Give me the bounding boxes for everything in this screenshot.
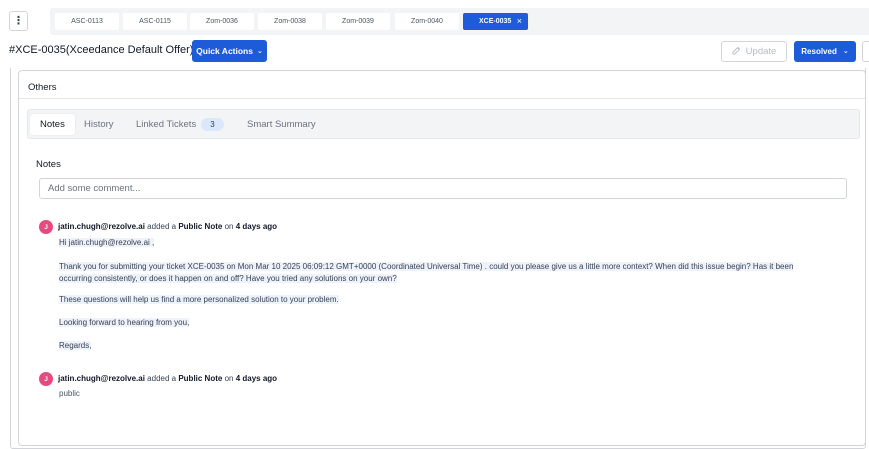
- quick-actions-button[interactable]: Quick Actions ⌄: [192, 40, 267, 62]
- chevron-down-icon: ⌄: [256, 47, 263, 55]
- note-type: Public Note: [178, 222, 223, 231]
- vertical-dots-icon: ⋮: [13, 14, 24, 27]
- ticket-tab-xce-0035[interactable]: XCE-0035 ×: [463, 13, 528, 30]
- others-section: Others Notes History Linked Tickets 3 Sm…: [18, 70, 866, 446]
- status-dropdown[interactable]: Resolved ⌄: [794, 41, 856, 62]
- ticket-title: #XCE-0035(Xceedance Default Offer): [9, 44, 194, 56]
- note-author[interactable]: jatin.chugh@rezolve.ai: [58, 374, 145, 383]
- more-actions-button[interactable]: [862, 41, 869, 62]
- linked-count-badge: 3: [201, 118, 224, 131]
- ticket-tabstrip: ASC-0113 ASC-0115 Zom-0036 Zom-0038 Zom-…: [50, 8, 869, 35]
- note-paragraph: Regards,: [59, 341, 92, 350]
- ticket-tab-bar: ⋮ ASC-0113 ASC-0115 Zom-0036 Zom-0038 Zo…: [0, 0, 869, 40]
- edit-icon: [732, 46, 741, 58]
- note-paragraph: Looking forward to hearing from you,: [59, 318, 190, 327]
- section-title: Others: [28, 82, 57, 93]
- comment-input[interactable]: [39, 178, 847, 199]
- chevron-down-icon: ⌄: [842, 48, 849, 55]
- avatar: J: [39, 372, 53, 386]
- ticket-tab-zom-0039[interactable]: Zom-0039: [326, 13, 390, 30]
- note-body: public: [59, 389, 80, 398]
- ticket-tab-zom-0036[interactable]: Zom-0036: [190, 13, 254, 30]
- avatar: J: [39, 220, 53, 234]
- note-paragraph: occurring consistently, or does it happe…: [59, 274, 397, 283]
- notes-heading: Notes: [36, 159, 61, 170]
- ticket-tab-zom-0040[interactable]: Zom-0040: [395, 13, 459, 30]
- update-button[interactable]: Update: [721, 41, 787, 62]
- ticket-tab-asc-0113[interactable]: ASC-0113: [55, 13, 119, 30]
- note-paragraph: Thank you for submitting your ticket XCE…: [59, 262, 794, 271]
- detail-tabs: Notes History Linked Tickets 3 Smart Sum…: [27, 109, 860, 139]
- note-paragraph: These questions will help us find a more…: [59, 295, 339, 304]
- more-menu-button[interactable]: ⋮: [9, 11, 28, 31]
- note-greeting: Hi jatin.chugh@rezolve.ai ,: [59, 238, 155, 247]
- tab-history[interactable]: History: [84, 114, 114, 135]
- tab-smart-summary[interactable]: Smart Summary: [247, 114, 316, 135]
- note-type: Public Note: [178, 374, 223, 383]
- note-time: 4 days ago: [235, 374, 278, 383]
- ticket-tab-zom-0038[interactable]: Zom-0038: [258, 13, 322, 30]
- note-author[interactable]: jatin.chugh@rezolve.ai: [58, 222, 145, 231]
- note-time: 4 days ago: [235, 222, 278, 231]
- note-header: jatin.chugh@rezolve.ai added a Public No…: [58, 374, 278, 383]
- note-header: jatin.chugh@rezolve.ai added a Public No…: [58, 222, 278, 231]
- divider: [19, 98, 865, 99]
- close-tab-icon[interactable]: ×: [517, 16, 522, 26]
- tab-linked-tickets[interactable]: Linked Tickets 3: [136, 114, 224, 135]
- ticket-tab-asc-0115[interactable]: ASC-0115: [123, 13, 187, 30]
- tab-notes[interactable]: Notes: [30, 114, 75, 135]
